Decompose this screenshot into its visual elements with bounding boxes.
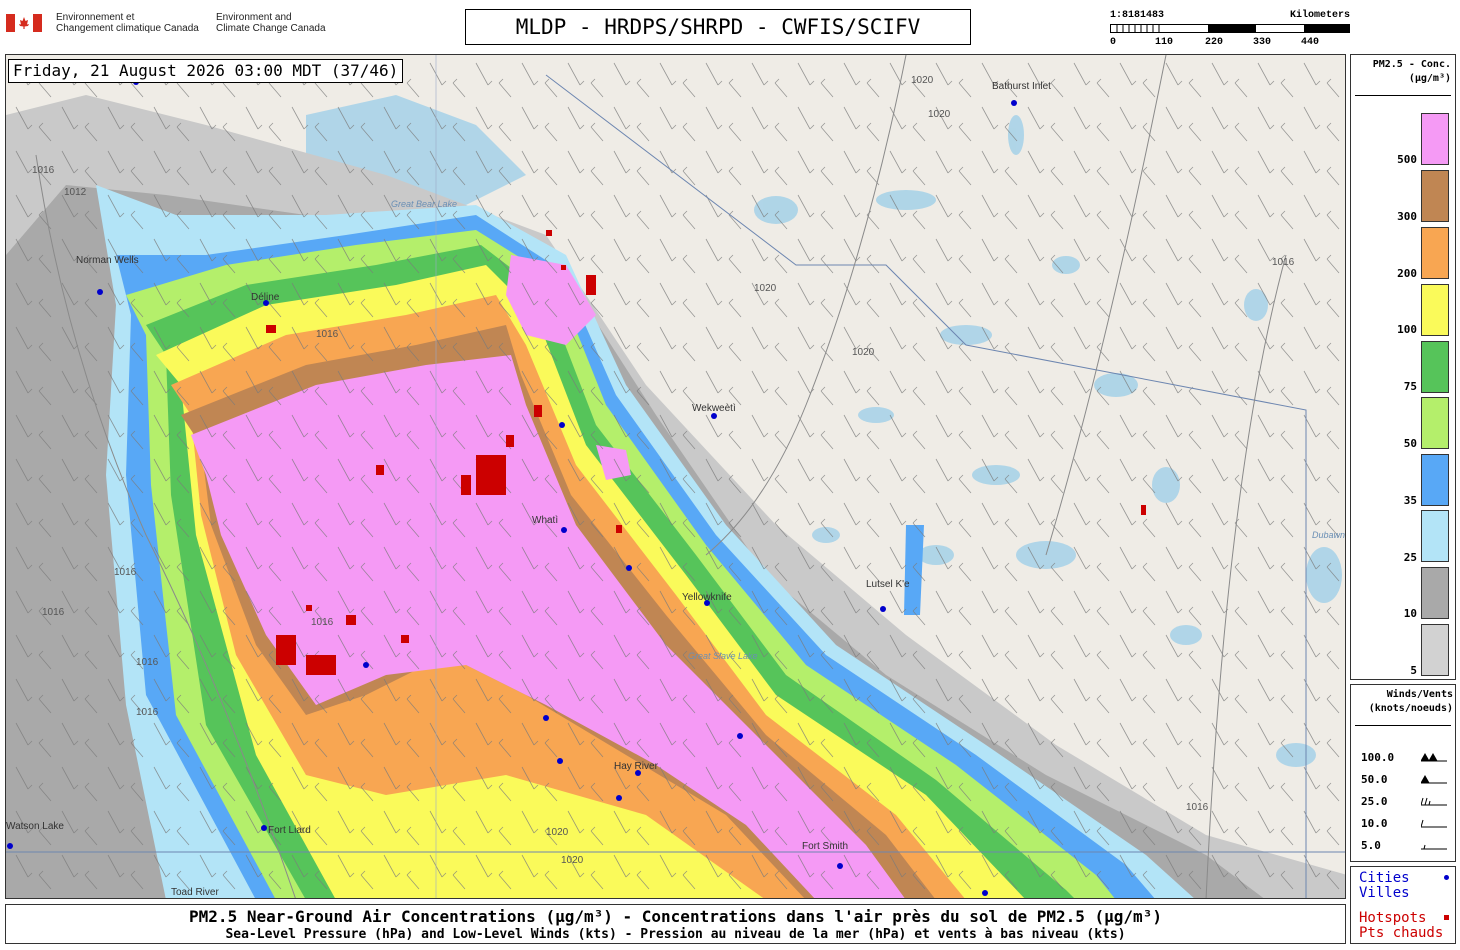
- isobar-label: 1020: [561, 855, 584, 866]
- legend-divider: [1355, 95, 1451, 96]
- isobar-label: 1020: [852, 347, 875, 358]
- gov-name-fr: Environnement et Changement climatique C…: [56, 12, 199, 34]
- isobar-label: 1016: [136, 707, 159, 718]
- legend-label: 200: [1397, 267, 1417, 280]
- isobar-label: 1016: [1186, 802, 1209, 813]
- city-dot-icon: [1444, 875, 1449, 880]
- scale-bar-graphic: [1110, 24, 1350, 33]
- scale-tick: 110: [1155, 37, 1174, 48]
- city-label: Norman Wells: [76, 255, 139, 266]
- city-label: Lutsel K'e: [866, 579, 910, 590]
- wind-barb-icon: [1421, 752, 1447, 850]
- water-label: Great Bear Lake: [391, 199, 457, 209]
- legend-swatch: [1421, 567, 1449, 619]
- scale-bar: 1:8181483 Kilometers 0 110 220 330 440: [1110, 10, 1350, 50]
- hotspot-square-icon: [1444, 915, 1449, 920]
- legend-swatch: [1421, 113, 1449, 165]
- map-canvas[interactable]: 1016 1012 1020 1020 1020 1020 1016 1016 …: [5, 54, 1346, 899]
- canada-flag-icon: [6, 14, 42, 32]
- legend-cities-label: Cities: [1359, 870, 1410, 886]
- caption-line-2: Sea-Level Pressure (hPa) and Low-Level W…: [225, 927, 1126, 942]
- isobar-label: 1016: [42, 607, 65, 618]
- city-label: Wekweètì: [692, 403, 736, 414]
- legend-label: 35: [1403, 494, 1417, 507]
- city-label: Toad River: [171, 887, 219, 898]
- city-label: Hay River: [614, 761, 659, 772]
- legend-swatch: [1421, 341, 1449, 393]
- city-label: Fort Liard: [268, 825, 311, 836]
- legend-label: 50: [1403, 437, 1417, 450]
- wind-speed-label: 5.0: [1361, 839, 1381, 852]
- gov-name-en: Environment and Climate Change Canada: [216, 12, 326, 34]
- legend-label: 75: [1403, 380, 1417, 393]
- legend-title: PM2.5 - Conc. (µg/m³): [1372, 59, 1451, 84]
- wind-barbs: [6, 55, 1345, 898]
- legend-swatch: [1421, 624, 1449, 676]
- forecast-timestamp: Friday, 21 August 2026 03:00 MDT (37/46): [8, 59, 404, 83]
- legend-ptschauds-label: Pts chauds: [1359, 925, 1444, 941]
- city-label: Bathurst Inlet: [992, 81, 1051, 92]
- map-title: MLDP - HRDPS/SHRPD - CWFIS/SCIFV: [465, 9, 971, 45]
- legend-label: 100: [1397, 323, 1417, 336]
- legend-label: 25: [1403, 551, 1417, 564]
- isobar-label: 1016: [311, 617, 334, 628]
- scale-ratio: 1:8181483: [1110, 10, 1165, 21]
- legend-swatch: [1421, 284, 1449, 336]
- wind-legend: Winds/Vents (knots/noeuds) 100.0 50.0 25…: [1350, 684, 1456, 862]
- isobar-label: 1016: [1272, 257, 1295, 268]
- isobar-label: 1016: [32, 165, 55, 176]
- markers-legend: Cities Villes Hotspots Pts chauds: [1350, 866, 1456, 944]
- scale-tick: 0: [1110, 37, 1117, 48]
- legend-swatch: [1421, 510, 1449, 562]
- legend-label: 500: [1397, 153, 1417, 166]
- city-label: Déline: [251, 292, 280, 303]
- isobar-label: 1016: [136, 657, 159, 668]
- city-label: Fort Smith: [802, 841, 848, 852]
- water-label: Great Slave Lake: [688, 651, 758, 661]
- wind-speed-label: 100.0: [1361, 751, 1395, 764]
- city-label: Yellowknife: [682, 592, 732, 603]
- legend-swatch: [1421, 454, 1449, 506]
- wind-speed-label: 50.0: [1361, 773, 1388, 786]
- isobar-label: 1020: [546, 827, 569, 838]
- legend-swatch: [1421, 227, 1449, 279]
- city-label: Whatì: [532, 515, 558, 526]
- legend-label: 5: [1410, 664, 1417, 677]
- legend-divider: [1355, 725, 1451, 726]
- isobar-label: 1016: [114, 567, 137, 578]
- scale-unit: Kilometers: [1289, 10, 1350, 21]
- legend-label: 10: [1403, 607, 1417, 620]
- city-label: Watson Lake: [6, 821, 64, 832]
- smoke-map: 1016 1012 1020 1020 1020 1020 1016 1016 …: [6, 55, 1346, 898]
- caption-line-1: PM2.5 Near-Ground Air Concentrations (µg…: [189, 907, 1162, 926]
- isobar-label: 1012: [64, 187, 87, 198]
- wind-speed-label: 25.0: [1361, 795, 1388, 808]
- water-label: Dubawnt Lake: [1312, 530, 1346, 540]
- scale-tick: 330: [1253, 37, 1272, 48]
- legend-hotspots-label: Hotspots: [1359, 910, 1427, 926]
- isobar-label: 1020: [911, 75, 934, 86]
- isobar-label: 1016: [316, 329, 339, 340]
- scale-tick: 440: [1301, 37, 1320, 48]
- pm25-legend: PM2.5 - Conc. (µg/m³) 500 300 200 100 75…: [1350, 54, 1456, 680]
- legend-swatch: [1421, 397, 1449, 449]
- legend-label: 300: [1397, 210, 1417, 223]
- scale-tick: 220: [1205, 37, 1224, 48]
- legend-swatch: [1421, 170, 1449, 222]
- isobar-label: 1020: [928, 109, 951, 120]
- isobar-label: 1020: [754, 283, 777, 294]
- legend-villes-label: Villes: [1359, 885, 1410, 901]
- wind-speed-label: 10.0: [1361, 817, 1388, 830]
- wind-legend-title: Winds/Vents (knots/noeuds): [1368, 689, 1453, 714]
- government-logo: Environnement et Changement climatique C…: [6, 12, 346, 40]
- map-caption: PM2.5 Near-Ground Air Concentrations (µg…: [5, 904, 1346, 944]
